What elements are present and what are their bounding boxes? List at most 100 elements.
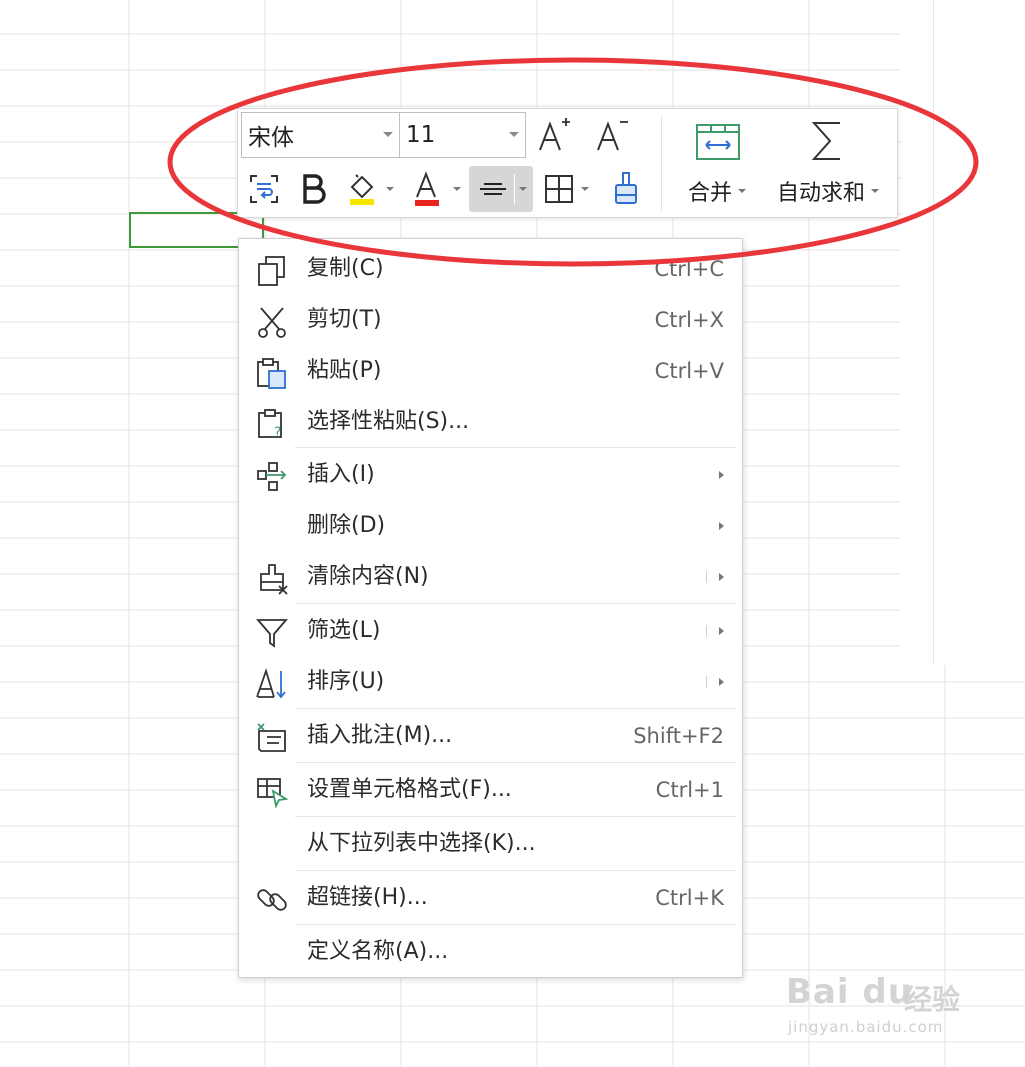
menu-item-shortcut: Ctrl+1	[655, 778, 724, 802]
sort-icon	[256, 668, 286, 699]
wrap-text-button[interactable]	[244, 169, 284, 209]
menu-item-insert[interactable]: 插入(I)	[239, 450, 742, 500]
filter-icon	[256, 619, 288, 648]
submenu-arrow-icon	[719, 471, 724, 479]
align-dropdown-icon[interactable]	[518, 187, 527, 191]
autosum-icon-wrap[interactable]	[804, 117, 852, 165]
menu-item-label: 插入(I)	[307, 462, 375, 487]
autosum-button[interactable]: 自动求和	[768, 173, 888, 209]
menu-item-paste[interactable]: 粘贴(P) Ctrl+V	[239, 346, 742, 396]
submenu-divider	[706, 571, 707, 583]
menu-item-shortcut: Ctrl+X	[654, 308, 724, 332]
menu-item-hyperlink[interactable]: 超链接(H)... Ctrl+K	[239, 873, 742, 923]
submenu-arrow-icon	[719, 627, 724, 635]
submenu-divider	[706, 676, 707, 688]
menu-item-label: 设置单元格格式(F)...	[307, 777, 512, 802]
comment-icon	[257, 723, 286, 752]
menu-item-insert-comment[interactable]: 插入批注(M)... Shift+F2	[239, 711, 742, 761]
format-painter-button[interactable]	[606, 169, 646, 209]
align-center-button[interactable]	[469, 166, 533, 212]
merge-icon-wrap[interactable]	[682, 119, 754, 165]
insert-icon	[257, 462, 287, 491]
link-icon	[257, 889, 287, 911]
borders-dropdown-icon[interactable]	[581, 187, 589, 191]
menu-item-cut[interactable]: 剪切(T) Ctrl+X	[239, 295, 742, 345]
font-combo: 宋体 11	[241, 112, 526, 158]
submenu-arrow-icon	[719, 573, 724, 581]
menu-item-label: 复制(C)	[307, 256, 384, 281]
menu-separator	[295, 447, 736, 448]
decrease-font-size-button[interactable]	[592, 114, 632, 156]
menu-item-label: 删除(D)	[307, 513, 386, 538]
font-color-button[interactable]	[408, 169, 464, 209]
paste-icon	[257, 358, 286, 389]
menu-item-format-cells[interactable]: 设置单元格格式(F)... Ctrl+1	[239, 765, 742, 815]
font-name-value: 宋体	[248, 125, 294, 151]
bold-button[interactable]	[294, 169, 334, 209]
fill-color-dropdown-icon[interactable]	[386, 187, 394, 191]
mini-toolbar: 宋体 11 合并 自动求和	[237, 108, 898, 218]
menu-item-clear-contents[interactable]: 清除内容(N)	[239, 552, 742, 602]
menu-item-shortcut: Ctrl+K	[655, 886, 724, 910]
fill-color-button[interactable]	[342, 169, 398, 209]
format-cells-icon	[257, 778, 289, 809]
sheet-blank-area	[901, 0, 1025, 665]
font-size-select[interactable]: 11	[400, 113, 525, 157]
increase-font-size-button[interactable]	[534, 114, 574, 156]
menu-separator	[295, 603, 736, 604]
font-name-select[interactable]: 宋体	[242, 113, 400, 157]
copy-icon	[258, 256, 285, 286]
menu-item-label: 粘贴(P)	[307, 358, 382, 383]
autosum-dropdown-icon[interactable]	[871, 189, 879, 193]
fill-bucket-icon	[350, 174, 374, 205]
merge-button[interactable]: 合并	[672, 173, 762, 209]
merge-label: 合并	[687, 181, 732, 206]
watermark-url: jingyan.baidu.com	[788, 1018, 944, 1036]
menu-item-label: 选择性粘贴(S)...	[307, 409, 470, 434]
menu-item-label: 筛选(L)	[307, 618, 381, 643]
format-painter-icon	[615, 172, 637, 204]
wrap-text-icon	[250, 175, 278, 203]
align-center-icon	[479, 183, 506, 195]
increase-font-icon	[539, 118, 570, 151]
cut-icon	[258, 307, 286, 338]
menu-item-pick-from-list[interactable]: 从下拉列表中选择(K)...	[239, 819, 742, 869]
sheet-blank-gridline	[933, 0, 934, 665]
menu-item-label: 清除内容(N)	[307, 564, 429, 589]
clear-icon	[260, 564, 288, 595]
menu-separator	[295, 762, 736, 763]
font-color-icon	[415, 171, 439, 206]
menu-item-sort[interactable]: 排序(U)	[239, 657, 742, 707]
watermark-cn: 经验	[904, 983, 961, 1016]
sigma-icon	[811, 122, 840, 160]
menu-item-filter[interactable]: 筛选(L)	[239, 606, 742, 656]
menu-item-define-name[interactable]: 定义名称(A)...	[239, 927, 742, 977]
watermark-brand: Bai du	[786, 972, 913, 1012]
menu-item-shortcut: Ctrl+C	[654, 257, 724, 281]
context-menu: 复制(C) Ctrl+C 剪切(T) Ctrl+X 粘贴(P) Ctrl+V ?…	[238, 238, 743, 978]
font-size-dropdown-icon[interactable]	[509, 132, 519, 137]
submenu-arrow-icon	[719, 522, 724, 530]
svg-text:?: ?	[274, 425, 281, 441]
menu-item-copy[interactable]: 复制(C) Ctrl+C	[239, 244, 742, 294]
menu-separator	[295, 870, 736, 871]
merge-dropdown-icon[interactable]	[738, 189, 746, 193]
menu-separator	[295, 924, 736, 925]
menu-item-delete[interactable]: 删除(D)	[239, 501, 742, 551]
submenu-arrow-icon	[719, 678, 724, 686]
borders-icon	[545, 175, 573, 203]
menu-item-paste-special[interactable]: ? 选择性粘贴(S)...	[239, 397, 742, 447]
menu-item-label: 排序(U)	[307, 669, 385, 694]
bold-icon	[303, 174, 326, 204]
font-size-value: 11	[406, 122, 436, 148]
menu-item-label: 定义名称(A)...	[307, 939, 449, 964]
baidu-watermark: Bai du 经验 jingyan.baidu.com	[786, 968, 986, 1048]
autosum-label: 自动求和	[776, 181, 865, 206]
decrease-font-icon	[597, 121, 628, 151]
menu-item-shortcut: Shift+F2	[633, 724, 724, 748]
font-color-dropdown-icon[interactable]	[453, 187, 461, 191]
menu-item-label: 剪切(T)	[307, 307, 382, 332]
font-name-dropdown-icon[interactable]	[383, 132, 393, 137]
borders-button[interactable]	[538, 169, 594, 209]
menu-item-label: 插入批注(M)...	[307, 723, 453, 748]
